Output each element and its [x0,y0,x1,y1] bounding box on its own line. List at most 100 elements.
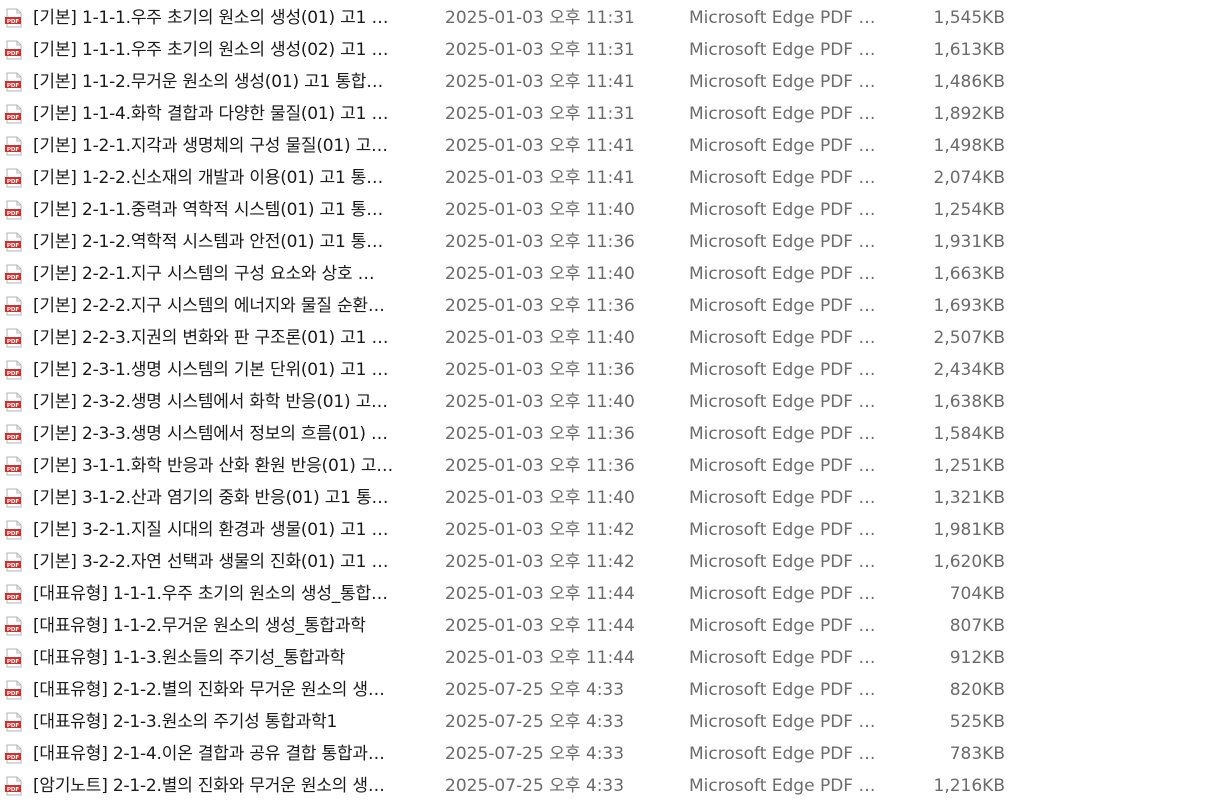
file-name: [대표유형] 1-1-1.우주 초기의 원소의 생성_통합… [33,584,388,604]
pdf-file-icon: PDF [5,168,22,188]
file-type: Microsoft Edge PDF … [689,776,876,796]
file-name: [기본] 3-2-2.자연 선택과 생물의 진화(01) 고1 … [33,552,389,572]
file-size: 2,434KB [933,360,1005,380]
svg-text:PDF: PDF [7,755,20,761]
file-size: 1,931KB [933,232,1005,252]
file-name: [대표유형] 1-1-2.무거운 원소의 생성_통합과학 [33,616,366,636]
file-row[interactable]: PDF [기본] 2-3-1.생명 시스템의 기본 단위(01) 고1 … 2025… [0,354,1219,386]
file-row[interactable]: PDF [대표유형] 2-1-4.이온 결합과 공유 결합 통합과… 2025-07… [0,738,1219,770]
file-name: [기본] 2-1-1.중력과 역학적 시스템(01) 고1 통… [33,200,384,220]
file-size: 1,254KB [933,200,1005,220]
file-size: 1,545KB [933,8,1005,28]
svg-text:PDF: PDF [7,179,20,185]
pdf-file-icon: PDF [5,648,22,668]
file-name: [기본] 1-1-1.우주 초기의 원소의 생성(02) 고1 … [33,40,389,60]
pdf-file-icon: PDF [5,136,22,156]
file-row[interactable]: PDF [기본] 3-1-2.산과 염기의 중화 반응(01) 고1 통… 2025… [0,482,1219,514]
pdf-file-icon: PDF [5,200,22,220]
file-row[interactable]: PDF [기본] 3-2-1.지질 시대의 환경과 생물(01) 고1 … 2025… [0,514,1219,546]
file-size: 807KB [949,616,1005,636]
file-row[interactable]: PDF [대표유형] 1-1-3.원소들의 주기성_통합과학 2025-01-03 … [0,642,1219,674]
svg-text:PDF: PDF [7,243,20,249]
svg-text:PDF: PDF [7,51,20,57]
file-size: 783KB [949,744,1005,764]
file-row[interactable]: PDF [기본] 2-3-2.생명 시스템에서 화학 반응(01) 고… 2025-… [0,386,1219,418]
pdf-file-icon: PDF [5,232,22,252]
file-name: [기본] 2-2-3.지권의 변화와 판 구조론(01) 고1 … [33,328,389,348]
file-name: [대표유형] 2-1-2.별의 진화와 무거운 원소의 생… [33,680,385,700]
file-row[interactable]: PDF [기본] 3-1-1.화학 반응과 산화 환원 반응(01) 고… 2025… [0,450,1219,482]
file-row[interactable]: PDF [기본] 1-1-1.우주 초기의 원소의 생성(02) 고1 … 2025… [0,34,1219,66]
file-modified-date: 2025-01-03 오후 11:36 [445,424,635,444]
file-row[interactable]: PDF [기본] 1-2-2.신소재의 개발과 이용(01) 고1 통… 2025-… [0,162,1219,194]
file-row[interactable]: PDF [대표유형] 1-1-2.무거운 원소의 생성_통합과학 2025-01-0… [0,610,1219,642]
file-type: Microsoft Edge PDF … [689,296,876,316]
file-size: 820KB [949,680,1005,700]
file-row[interactable]: PDF [기본] 2-2-1.지구 시스템의 구성 요소와 상호 … 2025-01… [0,258,1219,290]
file-modified-date: 2025-01-03 오후 11:42 [445,520,635,540]
svg-text:PDF: PDF [7,467,20,473]
file-row[interactable]: PDF [기본] 1-1-4.화학 결합과 다양한 물질(01) 고1 … 2025… [0,98,1219,130]
file-row[interactable]: PDF [기본] 3-2-2.자연 선택과 생물의 진화(01) 고1 … 2025… [0,546,1219,578]
svg-text:PDF: PDF [7,435,20,441]
file-modified-date: 2025-01-03 오후 11:36 [445,232,635,252]
file-type: Microsoft Edge PDF … [689,8,876,28]
file-modified-date: 2025-01-03 오후 11:44 [445,584,635,604]
file-type: Microsoft Edge PDF … [689,456,876,476]
pdf-file-icon: PDF [5,712,22,732]
pdf-file-icon: PDF [5,744,22,764]
file-type: Microsoft Edge PDF … [689,40,876,60]
file-modified-date: 2025-01-03 오후 11:41 [445,168,635,188]
file-size: 1,981KB [933,520,1005,540]
svg-text:PDF: PDF [7,595,20,601]
file-type: Microsoft Edge PDF … [689,232,876,252]
file-name: [기본] 2-3-3.생명 시스템에서 정보의 흐름(01) … [33,424,388,444]
file-row[interactable]: PDF [기본] 1-1-2.무거운 원소의 생성(01) 고1 통합… 2025-… [0,66,1219,98]
file-modified-date: 2025-07-25 오후 4:33 [445,776,625,796]
file-row[interactable]: PDF [기본] 2-1-2.역학적 시스템과 안전(01) 고1 통… 2025-… [0,226,1219,258]
svg-text:PDF: PDF [7,499,20,505]
pdf-file-icon: PDF [5,40,22,60]
file-row[interactable]: PDF [기본] 2-3-3.생명 시스템에서 정보의 흐름(01) … 2025-… [0,418,1219,450]
file-name: [암기노트] 2-1-2.별의 진화와 무거운 원소의 생… [33,776,385,796]
svg-text:PDF: PDF [7,275,20,281]
file-size: 1,638KB [933,392,1005,412]
file-name: [기본] 2-1-2.역학적 시스템과 안전(01) 고1 통… [33,232,384,252]
file-name: [기본] 1-2-2.신소재의 개발과 이용(01) 고1 통… [33,168,384,188]
file-name: [대표유형] 2-1-4.이온 결합과 공유 결합 통합과… [33,744,385,764]
file-modified-date: 2025-01-03 오후 11:36 [445,456,635,476]
file-row[interactable]: PDF [기본] 2-2-3.지권의 변화와 판 구조론(01) 고1 … 2025… [0,322,1219,354]
file-row[interactable]: PDF [기본] 1-2-1.지각과 생명체의 구성 물질(01) 고… 2025-… [0,130,1219,162]
svg-text:PDF: PDF [7,83,20,89]
pdf-file-icon: PDF [5,456,22,476]
pdf-file-icon: PDF [5,424,22,444]
file-row[interactable]: PDF [대표유형] 1-1-1.우주 초기의 원소의 생성_통합… 2025-01… [0,578,1219,610]
file-size: 704KB [949,584,1005,604]
file-row[interactable]: PDF [암기노트] 2-1-2.별의 진화와 무거운 원소의 생… 2025-07… [0,770,1219,802]
svg-text:PDF: PDF [7,563,20,569]
svg-text:PDF: PDF [7,691,20,697]
file-modified-date: 2025-01-03 오후 11:36 [445,360,635,380]
pdf-file-icon: PDF [5,72,22,92]
file-type: Microsoft Edge PDF … [689,136,876,156]
file-row[interactable]: PDF [기본] 2-2-2.지구 시스템의 에너지와 물질 순환… 2025-01… [0,290,1219,322]
file-size: 1,892KB [933,104,1005,124]
file-name: [기본] 2-3-1.생명 시스템의 기본 단위(01) 고1 … [33,360,389,380]
pdf-file-icon: PDF [5,520,22,540]
file-name: [대표유형] 1-1-3.원소들의 주기성_통합과학 [33,648,346,668]
file-size: 2,074KB [933,168,1005,188]
file-row[interactable]: PDF [기본] 2-1-1.중력과 역학적 시스템(01) 고1 통… 2025-… [0,194,1219,226]
file-row[interactable]: PDF [대표유형] 2-1-2.별의 진화와 무거운 원소의 생… 2025-07… [0,674,1219,706]
file-size: 912KB [949,648,1005,668]
file-type: Microsoft Edge PDF … [689,488,876,508]
file-size: 2,507KB [933,328,1005,348]
file-size: 1,663KB [933,264,1005,284]
file-row[interactable]: PDF [기본] 1-1-1.우주 초기의 원소의 생성(01) 고1 … 2025… [0,2,1219,34]
file-type: Microsoft Edge PDF … [689,712,876,732]
file-row[interactable]: PDF [대표유형] 2-1-3.원소의 주기성 통합과학1 2025-07-25 … [0,706,1219,738]
pdf-file-icon: PDF [5,584,22,604]
file-name: [기본] 2-3-2.생명 시스템에서 화학 반응(01) 고… [33,392,388,412]
pdf-file-icon: PDF [5,104,22,124]
svg-text:PDF: PDF [7,531,20,537]
file-modified-date: 2025-01-03 오후 11:31 [445,104,635,124]
